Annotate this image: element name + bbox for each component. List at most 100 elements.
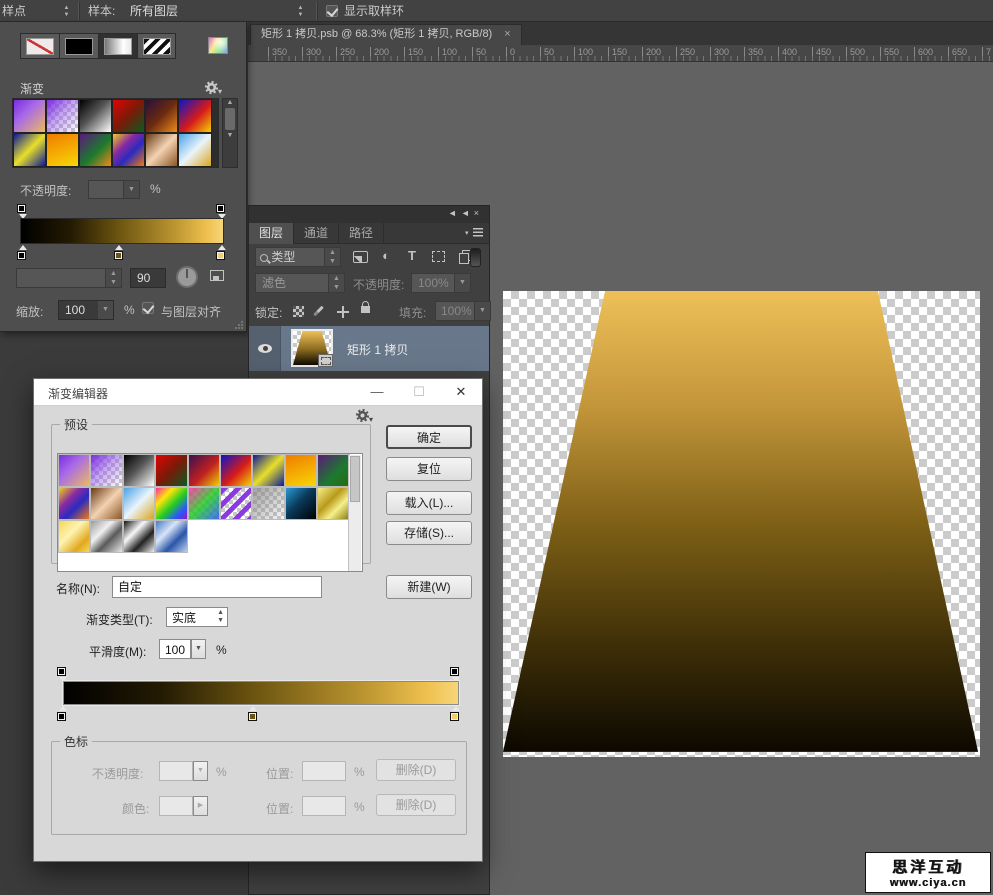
gradient-preset-swatch[interactable] xyxy=(90,520,123,553)
scale-dropdown[interactable]: 100 ▼ xyxy=(58,300,114,320)
color-stop[interactable] xyxy=(56,706,69,721)
filter-shape-layers-icon[interactable] xyxy=(427,247,449,265)
color-stop[interactable] xyxy=(113,245,126,260)
gradient-preset-swatch[interactable] xyxy=(155,454,188,487)
gradient-preset-swatch[interactable] xyxy=(219,487,253,520)
dialog-gear-menu[interactable]: ▾ xyxy=(356,409,373,424)
dialog-titlebar[interactable]: 渐变编辑器 — ☐ ✕ xyxy=(34,379,482,406)
layer-name[interactable]: 矩形 1 拷贝 xyxy=(347,341,408,358)
gradient-type-dropdown[interactable]: 实底 ▲ ▼ xyxy=(166,607,228,627)
new-button[interactable]: 新建(W) xyxy=(386,575,472,599)
gradient-preset-swatch[interactable] xyxy=(46,133,80,167)
tab-channels[interactable]: 通道 xyxy=(294,223,340,244)
reverse-gradient-icon[interactable] xyxy=(210,270,224,281)
filter-type-dropdown[interactable]: 类型 ▲ ▼ xyxy=(255,247,341,267)
sample-size-dropdown[interactable]: 样点 xyxy=(2,3,26,19)
stop-position-field[interactable] xyxy=(302,761,346,781)
gradient-preset-swatch[interactable] xyxy=(46,99,80,133)
gradient-preset-swatch[interactable] xyxy=(252,454,285,487)
ok-button[interactable]: 确定 xyxy=(386,425,472,449)
gradient-preset-swatch[interactable] xyxy=(112,133,146,167)
dialog-gradient-bar[interactable] xyxy=(63,681,459,705)
gradient-preset-swatch[interactable] xyxy=(112,99,146,133)
scrollbar-thumb[interactable] xyxy=(350,456,360,502)
gradient-preset-swatch[interactable] xyxy=(155,487,188,520)
show-ring-checkbox[interactable] xyxy=(326,3,338,19)
color-picker-swatch[interactable] xyxy=(208,37,228,54)
gradient-preset-swatch[interactable] xyxy=(122,487,156,520)
smoothness-dropdown-arrow[interactable]: ▼ xyxy=(191,639,206,659)
filter-pixel-layers-icon[interactable] xyxy=(349,247,371,265)
pattern-fill-button[interactable] xyxy=(137,33,176,59)
canvas[interactable] xyxy=(503,291,980,757)
save-button[interactable]: 存储(S)... xyxy=(386,521,472,545)
tab-paths[interactable]: 路径 xyxy=(339,223,385,244)
filtering-toggle[interactable] xyxy=(470,248,481,267)
gradient-preset-swatch[interactable] xyxy=(145,133,179,167)
stop-opacity-field[interactable] xyxy=(159,761,193,781)
gradient-preset-swatch[interactable] xyxy=(13,133,47,167)
layer-thumbnail[interactable] xyxy=(291,329,333,367)
gradient-style-dropdown[interactable]: ▲ ▼ xyxy=(16,268,122,288)
close-button[interactable]: ✕ xyxy=(440,379,482,406)
filter-adjustment-layers-icon[interactable]: ◐ xyxy=(375,247,397,265)
delete-opacity-stop-button[interactable]: 删除(D) xyxy=(376,759,456,781)
gradient-preset-swatch[interactable] xyxy=(317,487,350,520)
sample-spinner[interactable]: ▲ ▼ xyxy=(296,3,305,19)
gradient-preset-swatch[interactable] xyxy=(79,99,113,133)
gradient-fill-button[interactable] xyxy=(98,33,137,59)
opacity-stop[interactable] xyxy=(56,667,69,682)
gradient-preset-swatch[interactable] xyxy=(284,454,318,487)
align-checkbox[interactable] xyxy=(142,301,154,315)
opacity-dropdown[interactable]: ▼ xyxy=(88,180,140,199)
sample-size-spinner[interactable]: ▲ ▼ xyxy=(62,3,71,19)
presets-scrollbar[interactable]: ▲ ▼ xyxy=(222,98,238,168)
dialog-presets-scrollbar[interactable] xyxy=(348,455,361,571)
gradient-preset-swatch[interactable] xyxy=(317,454,350,487)
maximize-button[interactable]: ☐ xyxy=(398,379,440,406)
name-input[interactable]: 自定 xyxy=(112,576,322,598)
stop-color-picker-arrow[interactable]: ▶ xyxy=(193,796,208,816)
stop-color-swatch[interactable] xyxy=(159,796,193,816)
opacity-stop[interactable] xyxy=(449,667,462,682)
load-button[interactable]: 载入(L)... xyxy=(386,491,472,515)
angle-field[interactable]: 90 xyxy=(130,268,166,288)
eye-icon[interactable] xyxy=(258,344,272,353)
color-stop[interactable] xyxy=(16,245,29,260)
layer-opacity-dropdown[interactable]: 100% ▼ xyxy=(411,273,471,293)
document-tab[interactable]: 矩形 1 拷贝.psb @ 68.3% (矩形 1 拷贝, RGB/8) × xyxy=(250,24,522,45)
gradient-preset-swatch[interactable] xyxy=(122,520,156,553)
gradient-preset-swatch[interactable] xyxy=(178,133,212,167)
gradient-preset-swatch[interactable] xyxy=(178,99,212,133)
gradient-preset-swatch[interactable] xyxy=(13,99,47,133)
scrollbar-thumb[interactable] xyxy=(225,108,235,130)
gradient-preset-swatch[interactable] xyxy=(58,520,91,553)
gradient-preset-swatch[interactable] xyxy=(58,487,91,520)
color-stop[interactable] xyxy=(449,706,462,721)
gradient-preset-swatch[interactable] xyxy=(145,99,179,133)
panel-menu-icon[interactable]: ▾ xyxy=(465,226,483,240)
delete-color-stop-button[interactable]: 删除(D) xyxy=(376,794,456,816)
layer-row-selected[interactable]: 矩形 1 拷贝 xyxy=(249,326,489,371)
visibility-column[interactable] xyxy=(249,326,281,371)
tab-close-icon[interactable]: × xyxy=(504,28,510,40)
lock-all-icon[interactable] xyxy=(361,299,370,313)
collapse-panel-icon[interactable]: ◄◄ xyxy=(448,208,474,218)
gradient-preset-swatch[interactable] xyxy=(90,454,123,487)
layer-fill-dropdown[interactable]: 100% ▼ xyxy=(435,301,491,321)
reset-button[interactable]: 复位 xyxy=(386,457,472,481)
no-fill-button[interactable] xyxy=(20,33,59,59)
gradient-preset-swatch[interactable] xyxy=(58,454,91,487)
gradient-preset-swatch[interactable] xyxy=(187,454,220,487)
gradient-preset-swatch[interactable] xyxy=(155,520,188,553)
lock-position-icon[interactable] xyxy=(337,304,349,318)
smoothness-field[interactable]: 100 xyxy=(159,639,191,659)
sample-dropdown[interactable]: 所有图层 xyxy=(130,3,178,19)
minimize-button[interactable]: — xyxy=(356,379,398,406)
solid-fill-button[interactable] xyxy=(59,33,98,59)
color-stop[interactable] xyxy=(247,706,260,721)
close-panel-icon[interactable]: × xyxy=(474,208,483,218)
panel-gear-menu[interactable]: ▾ xyxy=(205,81,222,96)
gradient-preset-swatch[interactable] xyxy=(79,133,113,167)
stop-opacity-dropdown-arrow[interactable]: ▼ xyxy=(193,761,208,781)
